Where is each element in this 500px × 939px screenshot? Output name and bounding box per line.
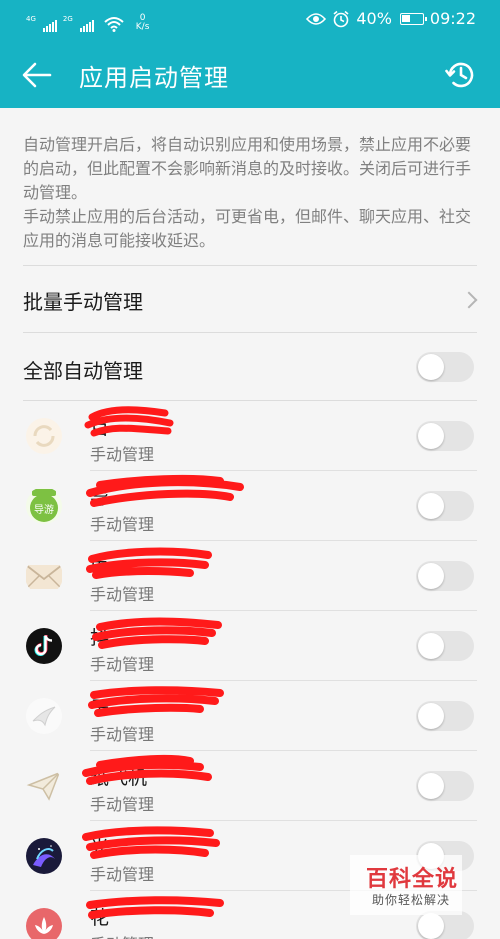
page-title: 应用启动管理 [79, 64, 229, 92]
guide-app-icon: 导游 [26, 488, 62, 524]
app-status: 手动管理 [90, 585, 155, 604]
app-bar: 应用启动管理 [0, 40, 500, 108]
app-row[interactable]: 子 手动管理 [0, 681, 500, 751]
app-status: 手动管理 [90, 725, 155, 744]
app-toggle[interactable] [416, 911, 474, 939]
signal-strength-icon [79, 18, 94, 32]
app-toggle[interactable] [416, 631, 474, 661]
app-name: 纸飞机 [90, 767, 148, 789]
app-row[interactable]: 导游 导 手动管理 [0, 471, 500, 541]
status-bar: 4G 2G 0 K/s 40% 09:22 [0, 0, 500, 40]
auto-all-toggle[interactable] [416, 352, 474, 382]
app-name: 百 [90, 417, 110, 439]
app-row[interactable]: 电 手动管理 [0, 541, 500, 611]
paper-plane-icon [26, 771, 61, 801]
app-toggle[interactable] [416, 701, 474, 731]
description: 自动管理开启后，将自动识别应用和使用场景，禁止应用不必要的启动，但此配置不会影响… [23, 133, 481, 253]
mail-icon [25, 564, 63, 590]
status-right: 40% 09:22 [306, 9, 476, 28]
status-left: 4G 2G 0 K/s [26, 10, 149, 32]
batch-manage-label: 批量手动管理 [23, 290, 143, 314]
batch-manage-row[interactable]: 批量手动管理 [0, 266, 500, 332]
bird-icon [26, 698, 62, 734]
back-arrow-icon[interactable] [20, 58, 54, 92]
app-row[interactable]: 抖 手动管理 [0, 611, 500, 681]
app-name: 电 [90, 557, 110, 579]
watermark: 百科全说 助你轻松解决 [350, 855, 462, 915]
app-status: 手动管理 [90, 515, 155, 534]
app-status: 手动管理 [90, 795, 155, 814]
alarm-icon [333, 10, 349, 27]
lotus-icon [26, 908, 62, 939]
app-toggle[interactable] [416, 561, 474, 591]
app-status: 手动管理 [90, 445, 155, 464]
battery-icon [399, 12, 427, 25]
app-name: 光 [90, 837, 110, 859]
signal-strength-icon [42, 18, 57, 32]
app-status: 手动管理 [90, 655, 155, 674]
app-row[interactable]: 百 手动管理 [0, 401, 500, 471]
app-name: 抖 [90, 627, 110, 649]
app-row[interactable]: 纸飞机 手动管理 [0, 751, 500, 821]
app-toggle[interactable] [416, 771, 474, 801]
app-name: 导 [90, 487, 110, 509]
refresh-icon [26, 418, 62, 454]
battery-percent: 40% [356, 9, 392, 28]
sim1-label: 4G [26, 15, 36, 23]
net-speed-unit: K/s [135, 22, 150, 32]
svg-text:导游: 导游 [34, 503, 54, 516]
app-toggle[interactable] [416, 491, 474, 521]
app-toggle[interactable] [416, 421, 474, 451]
eye-icon [306, 12, 327, 25]
auto-all-row: 全部自动管理 [0, 333, 500, 401]
app-name: 花 [90, 907, 110, 929]
app-name: 子 [90, 697, 110, 719]
tiktok-icon [26, 628, 62, 664]
clock: 09:22 [429, 9, 476, 28]
galaxy-icon [26, 838, 62, 874]
wifi-icon [104, 17, 124, 32]
sim2-label: 2G [62, 15, 73, 23]
content: 自动管理开启后，将自动识别应用和使用场景，禁止应用不必要的启动，但此配置不会影响… [0, 108, 500, 939]
description-manual: 手动禁止应用的后台活动，可更省电，但邮件、聊天应用、社交应用的消息可能接收延迟。 [23, 207, 472, 250]
description-auto: 自动管理开启后，将自动识别应用和使用场景，禁止应用不必要的启动，但此配置不会影响… [23, 135, 472, 202]
auto-all-label: 全部自动管理 [23, 359, 143, 383]
app-status: 手动管理 [90, 931, 154, 939]
history-icon[interactable] [444, 58, 478, 92]
watermark-subtitle: 助你轻松解决 [372, 893, 451, 907]
net-speed: 0 K/s [136, 14, 150, 32]
chevron-right-icon [460, 291, 478, 309]
app-status: 手动管理 [90, 865, 155, 884]
watermark-title: 百科全说 [366, 867, 459, 892]
